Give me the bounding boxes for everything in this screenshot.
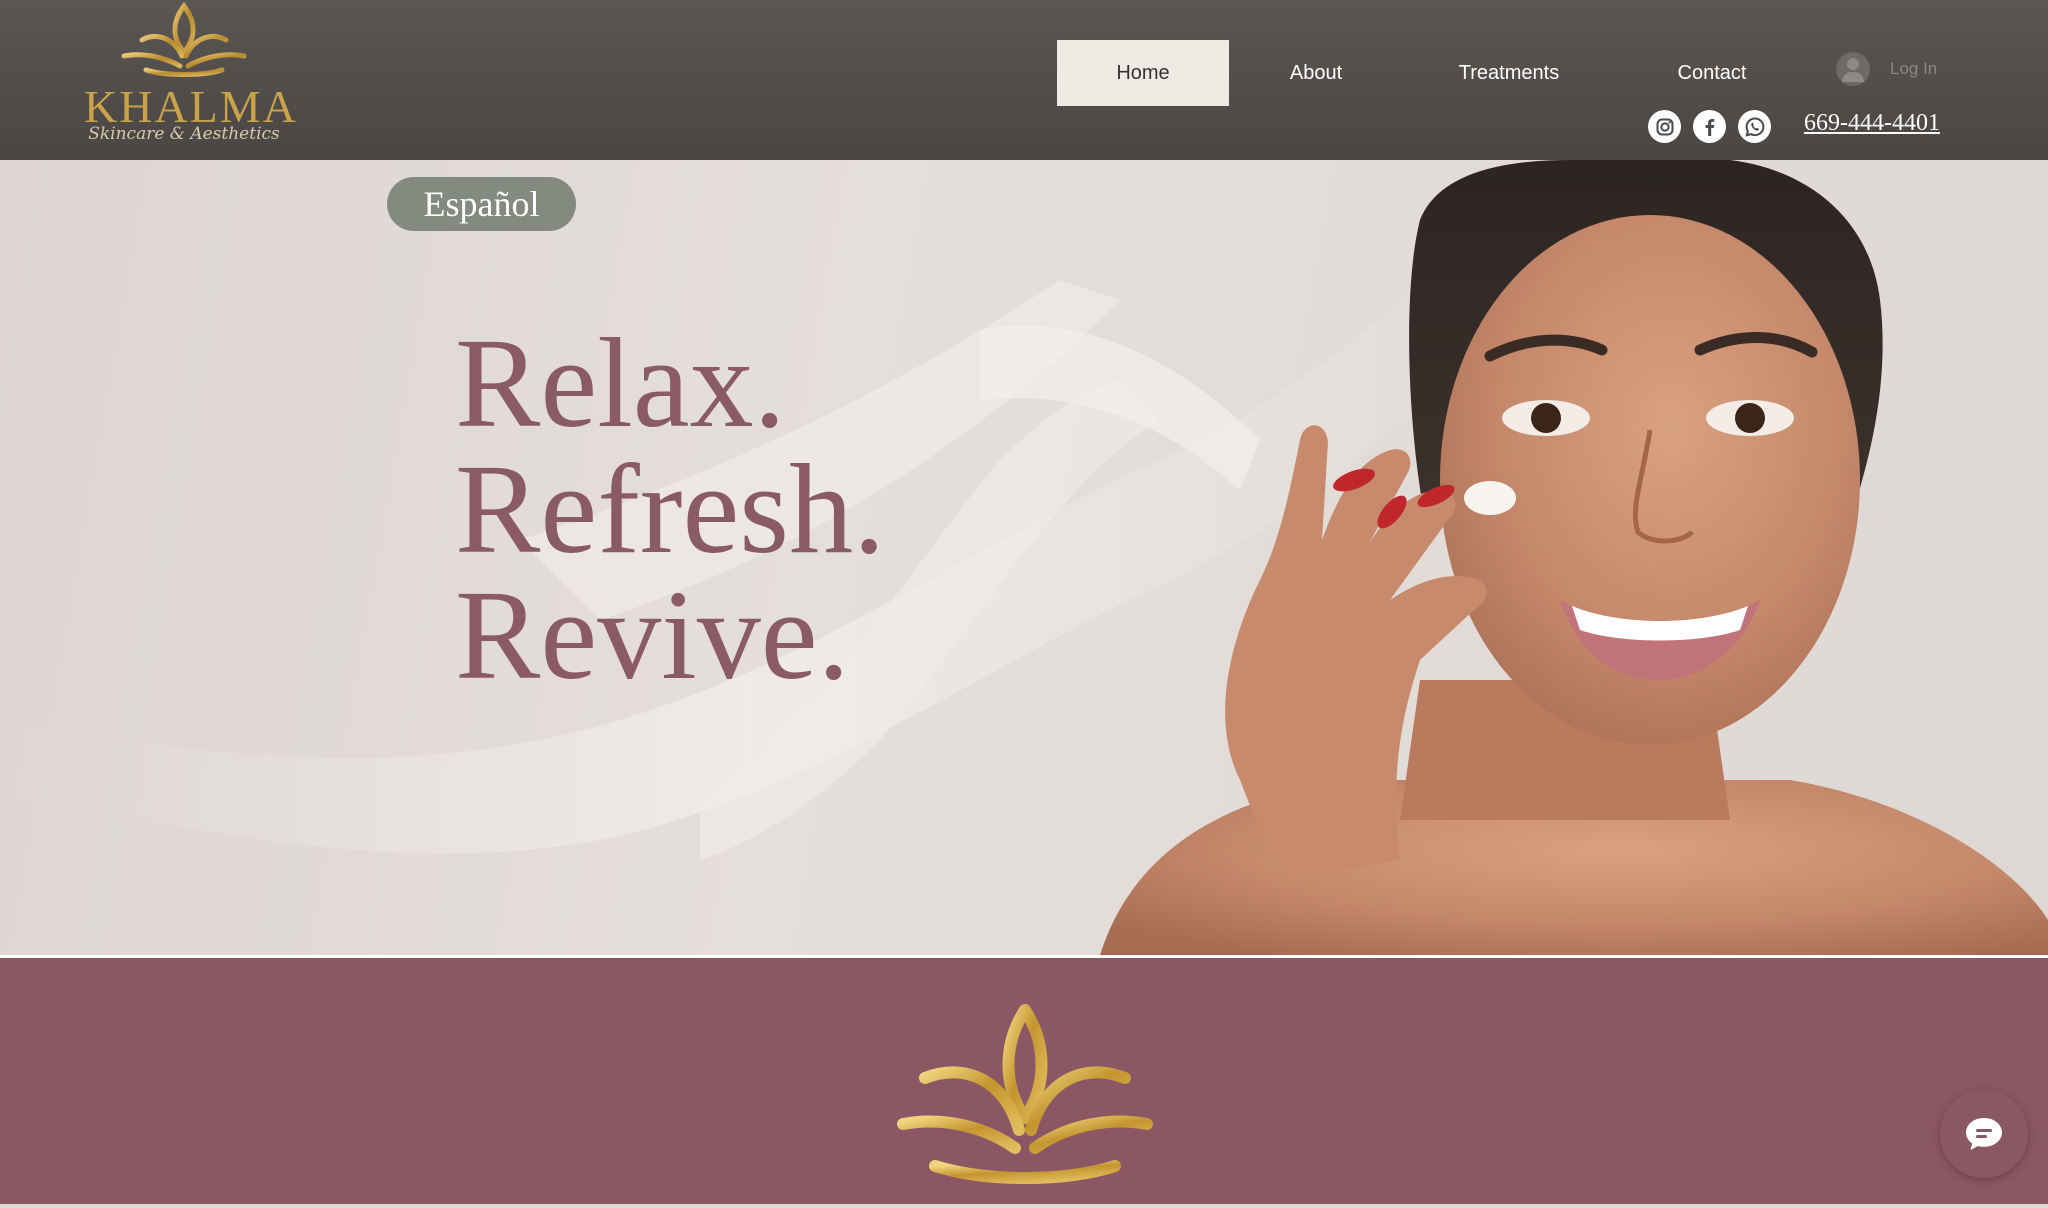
brand-band — [0, 958, 2048, 1208]
user-avatar-icon — [1836, 52, 1870, 86]
social-links — [1648, 110, 1771, 143]
lotus-emblem-icon — [897, 1004, 1153, 1184]
site-header: KHALMA Skincare & Aesthetics Home About … — [0, 0, 2048, 160]
nav-contact[interactable]: Contact — [1615, 40, 1809, 106]
language-espanol-button[interactable]: Español — [387, 177, 576, 231]
model-portrait-image — [1100, 160, 2048, 955]
facebook-icon[interactable] — [1693, 110, 1726, 143]
main-nav: Home About Treatments Contact — [1057, 40, 1809, 106]
headline-line-relax: Relax. — [455, 312, 786, 454]
nav-treatments[interactable]: Treatments — [1403, 40, 1615, 106]
headline-line-revive: Revive. — [455, 564, 850, 706]
hero-section: Español Relax. Refresh. Revive. — [0, 160, 2048, 955]
page-bottom-divider — [0, 1204, 2048, 1208]
chat-bubble-icon — [1966, 1118, 2002, 1150]
whatsapp-icon[interactable] — [1738, 110, 1771, 143]
phone-link[interactable]: 669-444-4401 — [1804, 110, 1940, 137]
nav-about[interactable]: About — [1229, 40, 1403, 106]
login-button[interactable]: Log In — [1836, 52, 1937, 86]
instagram-icon[interactable] — [1648, 110, 1681, 143]
brand-tagline: Skincare & Aesthetics — [88, 124, 280, 144]
nav-home[interactable]: Home — [1057, 40, 1229, 106]
brand-logo[interactable]: KHALMA Skincare & Aesthetics — [84, 0, 296, 150]
lotus-logo-icon — [121, 1, 247, 77]
headline-line-refresh: Refresh. — [455, 438, 886, 580]
hero-headline: Relax. Refresh. Revive. — [455, 312, 886, 706]
login-label: Log In — [1890, 59, 1938, 78]
chat-button[interactable] — [1940, 1090, 2028, 1178]
